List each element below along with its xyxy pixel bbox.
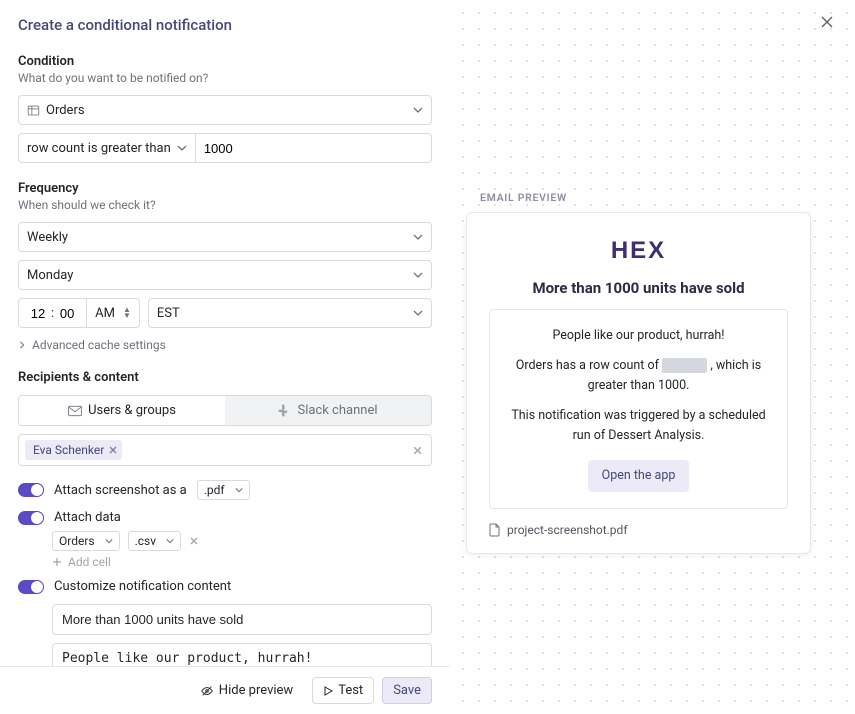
frequency-day-select[interactable]: Monday (18, 260, 432, 290)
eye-off-icon (200, 684, 214, 698)
frequency-heading: Frequency (18, 181, 432, 196)
play-icon (323, 686, 333, 696)
attach-data-label: Attach data (54, 510, 121, 525)
preview-line-3: This notification was triggered by a sch… (508, 406, 769, 446)
condition-source-label: Orders (46, 103, 85, 118)
remove-attach-data-button[interactable] (189, 536, 199, 546)
recipient-chip-label: Eva Schenker (33, 443, 104, 457)
attach-screenshot-label: Attach screenshot as a (54, 483, 187, 498)
time-minute-input[interactable] (56, 306, 78, 321)
chevron-down-icon (413, 270, 423, 280)
chevron-down-icon (105, 537, 113, 545)
redacted-value: XXXXX (662, 358, 707, 373)
slack-icon (278, 404, 291, 417)
add-cell-label: Add cell (68, 555, 111, 569)
test-button[interactable]: Test (312, 677, 374, 704)
hex-logo: HEX (489, 237, 788, 265)
tab-users-label: Users & groups (88, 403, 176, 418)
frequency-sub: When should we check it? (18, 198, 432, 212)
chevron-down-icon (413, 105, 423, 115)
attach-data-source-label: Orders (59, 534, 95, 548)
preview-attachment-name: project-screenshot.pdf (507, 523, 628, 537)
notification-title-input[interactable] (52, 604, 432, 635)
table-icon (27, 104, 40, 117)
preview-attachment: project-screenshot.pdf (489, 523, 788, 537)
tab-users-groups[interactable]: Users & groups (19, 396, 225, 425)
email-preview-card: HEX More than 1000 units have sold Peopl… (466, 212, 811, 554)
chevron-down-icon (166, 537, 174, 545)
chevron-right-icon (18, 341, 26, 349)
time-hour-input[interactable] (27, 306, 49, 321)
condition-sub: What do you want to be notified on? (18, 71, 432, 85)
chevron-down-icon (235, 486, 243, 494)
timezone-select[interactable]: EST (148, 298, 432, 328)
mail-icon (68, 405, 82, 417)
hide-preview-button[interactable]: Hide preview (189, 677, 304, 704)
add-cell-button[interactable]: Add cell (52, 555, 432, 569)
condition-value-input[interactable] (204, 141, 264, 156)
tab-slack-channel[interactable]: Slack channel (225, 396, 431, 425)
customize-content-toggle[interactable] (18, 580, 44, 594)
screenshot-format-select[interactable]: .pdf (197, 480, 250, 500)
tab-slack-label: Slack channel (297, 403, 377, 418)
clear-input-button[interactable] (412, 445, 425, 456)
open-app-button[interactable]: Open the app (588, 460, 690, 492)
save-button[interactable]: Save (382, 677, 432, 704)
modal-title: Create a conditional notification (18, 16, 432, 34)
chevron-down-icon (413, 308, 423, 318)
close-icon (819, 14, 835, 30)
save-button-label: Save (393, 683, 421, 698)
attach-data-toggle[interactable] (18, 511, 44, 525)
test-button-label: Test (338, 683, 363, 698)
attach-data-format-select[interactable]: .csv (128, 531, 181, 551)
time-ampm-select[interactable]: AM ▲▼ (86, 299, 139, 327)
close-icon (412, 445, 423, 456)
timezone-label: EST (157, 306, 180, 321)
plus-icon (52, 557, 62, 567)
time-colon: : (49, 306, 56, 321)
recipients-heading: Recipients & content (18, 370, 432, 385)
email-preview-label: EMAIL PREVIEW (480, 191, 839, 204)
attach-data-format-label: .csv (135, 534, 156, 548)
hide-preview-label: Hide preview (219, 683, 293, 698)
updown-icon: ▲▼ (123, 307, 131, 319)
recipient-chip[interactable]: Eva Schenker (25, 440, 122, 460)
chevron-down-icon (177, 143, 187, 153)
condition-operator-select[interactable]: row count is greater than (19, 134, 195, 162)
preview-line-1: People like our product, hurrah! (508, 326, 769, 346)
advanced-cache-label: Advanced cache settings (32, 338, 166, 352)
close-icon[interactable] (108, 445, 118, 455)
frequency-day-label: Monday (27, 268, 73, 283)
attach-data-source-select[interactable]: Orders (52, 531, 120, 551)
frequency-interval-label: Weekly (27, 230, 68, 245)
file-icon (489, 523, 501, 537)
preview-line-2: Orders has a row count of XXXXX , which … (508, 356, 769, 396)
chevron-down-icon (413, 232, 423, 242)
frequency-interval-select[interactable]: Weekly (18, 222, 432, 252)
customize-content-label: Customize notification content (54, 579, 231, 594)
condition-source-select[interactable]: Orders (18, 95, 432, 125)
close-modal-button[interactable] (819, 14, 837, 32)
preview-title: More than 1000 units have sold (489, 279, 788, 297)
screenshot-format-label: .pdf (204, 483, 225, 497)
time-ampm-label: AM (95, 306, 115, 321)
recipients-input[interactable]: Eva Schenker (18, 434, 432, 466)
advanced-cache-link[interactable]: Advanced cache settings (18, 338, 432, 352)
condition-operator-label: row count is greater than (27, 141, 171, 156)
close-icon (189, 536, 199, 546)
attach-screenshot-toggle[interactable] (18, 483, 44, 497)
preview-body-box: People like our product, hurrah! Orders … (489, 309, 788, 509)
condition-heading: Condition (18, 54, 432, 69)
preview-line-2a: Orders has a row count of (516, 358, 662, 373)
